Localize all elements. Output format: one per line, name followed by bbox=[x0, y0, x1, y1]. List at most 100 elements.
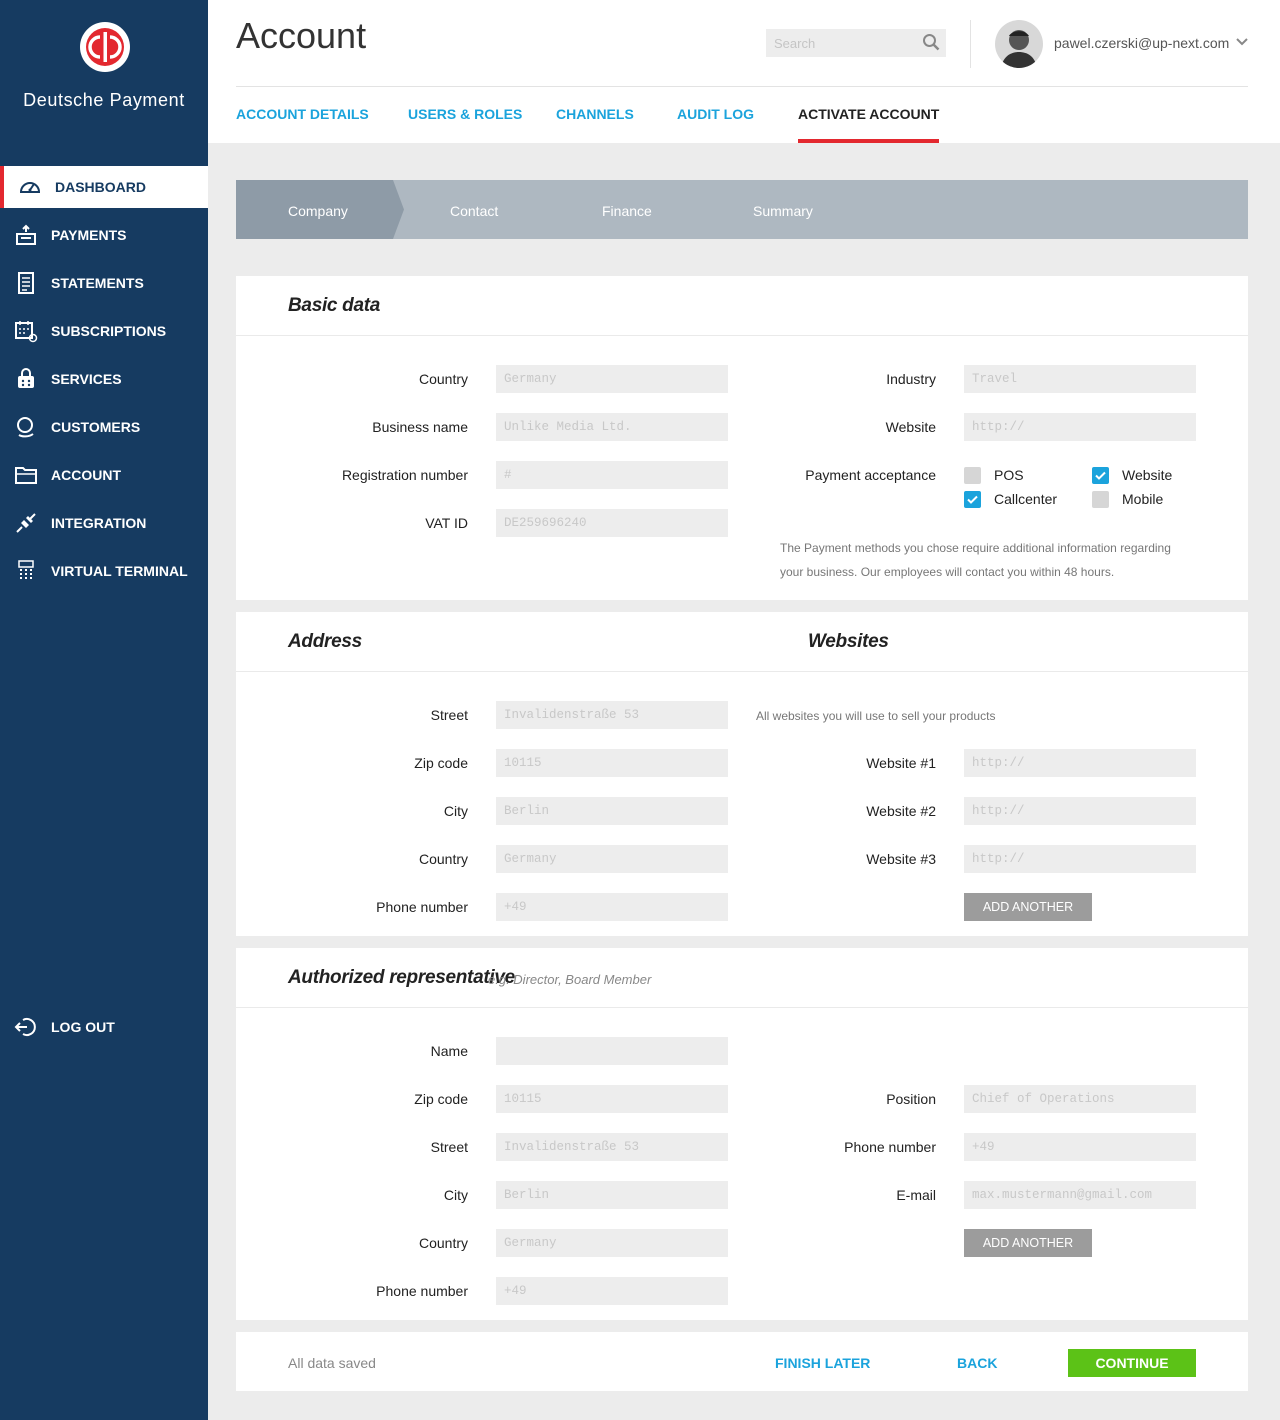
address-country-field[interactable] bbox=[496, 845, 728, 873]
sidebar-nav: DASHBOARD PAYMENTS STATEMENTS SUBSCRIPTI… bbox=[0, 166, 208, 598]
payment-acceptance-label: Payment acceptance bbox=[805, 467, 936, 483]
city-label: City bbox=[443, 803, 468, 819]
callcenter-label: Callcenter bbox=[994, 491, 1058, 507]
pos-label: POS bbox=[994, 467, 1024, 483]
rep-street-field[interactable] bbox=[496, 1133, 728, 1161]
finish-later-link[interactable]: FINISH LATER bbox=[775, 1355, 870, 1371]
sidebar-item-integration[interactable]: INTEGRATION bbox=[0, 502, 208, 544]
industry-field[interactable] bbox=[964, 365, 1196, 393]
rep-zip-label: Zip code bbox=[414, 1091, 468, 1107]
phone-field[interactable] bbox=[496, 893, 728, 921]
basic-data-card: Basic data Country Business name Registr… bbox=[236, 276, 1248, 600]
brand-name: Deutsche Payment bbox=[23, 90, 185, 110]
callcenter-checkbox[interactable] bbox=[964, 491, 981, 508]
section-title: Basic data bbox=[288, 295, 381, 316]
sidebar-item-customers[interactable]: CUSTOMERS bbox=[0, 406, 208, 448]
sidebar-item-label: SERVICES bbox=[51, 371, 122, 387]
add-representative-button[interactable]: ADD ANOTHER bbox=[964, 1229, 1092, 1257]
position-field[interactable] bbox=[964, 1085, 1196, 1113]
virtual-terminal-icon bbox=[18, 560, 34, 579]
website-2-label: Website #2 bbox=[866, 803, 936, 819]
position-label: Position bbox=[886, 1091, 936, 1107]
street-label: Street bbox=[430, 707, 468, 723]
user-email[interactable]: pawel.czerski@up-next.com bbox=[1054, 35, 1229, 51]
avatar[interactable] bbox=[995, 20, 1043, 68]
city-field[interactable] bbox=[496, 797, 728, 825]
card-header: Address Websites bbox=[236, 612, 1248, 672]
step-contact[interactable]: Contact bbox=[450, 180, 498, 239]
name-label: Name bbox=[430, 1043, 468, 1059]
account-icon bbox=[15, 467, 37, 484]
step-summary[interactable]: Summary bbox=[753, 180, 813, 239]
rep-phone-2-label: Phone number bbox=[844, 1139, 936, 1155]
chevron-down-icon[interactable] bbox=[1235, 35, 1249, 49]
website-label: Website bbox=[885, 419, 936, 435]
sidebar-item-label: SUBSCRIPTIONS bbox=[51, 323, 167, 339]
zip-label: Zip code bbox=[414, 755, 468, 771]
sidebar-item-statements[interactable]: STATEMENTS bbox=[0, 262, 208, 304]
sidebar-item-subscriptions[interactable]: SUBSCRIPTIONS bbox=[0, 310, 208, 352]
statements-icon bbox=[18, 272, 34, 294]
address-country-label: Country bbox=[418, 851, 468, 867]
back-link[interactable]: BACK bbox=[957, 1355, 997, 1371]
website-3-field[interactable] bbox=[964, 845, 1196, 873]
logout-button[interactable]: LOG OUT bbox=[0, 1006, 208, 1048]
tab-account-details[interactable]: ACCOUNT DETAILS bbox=[236, 106, 369, 143]
step-company[interactable]: Company bbox=[288, 180, 348, 239]
tab-users-roles[interactable]: USERS & ROLES bbox=[408, 106, 522, 143]
payment-note-line: your business. Our employees will contac… bbox=[780, 565, 1115, 579]
form-footer: All data saved FINISH LATER BACK CONTINU… bbox=[236, 1332, 1248, 1391]
representative-card: Authorized representative e.g. Director,… bbox=[236, 948, 1248, 1320]
website-2-field[interactable] bbox=[964, 797, 1196, 825]
name-field[interactable] bbox=[496, 1037, 728, 1065]
wizard-stepper: Company Contact Finance Summary bbox=[236, 180, 1248, 239]
email-field[interactable] bbox=[964, 1181, 1196, 1209]
phone-label: Phone number bbox=[376, 899, 468, 915]
card-header: Basic data bbox=[236, 276, 1248, 336]
country-field[interactable] bbox=[496, 365, 728, 393]
address-card: Address Websites Street Zip code City Co… bbox=[236, 612, 1248, 936]
checkmark-icon bbox=[967, 495, 978, 504]
rep-city-field[interactable] bbox=[496, 1181, 728, 1209]
continue-button[interactable]: CONTINUE bbox=[1068, 1349, 1196, 1377]
rep-country-field[interactable] bbox=[496, 1229, 728, 1257]
website-field[interactable] bbox=[964, 413, 1196, 441]
search-icon[interactable] bbox=[922, 33, 940, 51]
rep-country-label: Country bbox=[418, 1235, 468, 1251]
vat-id-field[interactable] bbox=[496, 509, 728, 537]
sidebar-item-payments[interactable]: PAYMENTS bbox=[0, 214, 208, 256]
card-header: Authorized representative e.g. Director,… bbox=[236, 948, 1248, 1008]
sidebar-item-label: VIRTUAL TERMINAL bbox=[51, 563, 188, 579]
sidebar-item-label: ACCOUNT bbox=[51, 467, 121, 483]
mobile-checkbox[interactable] bbox=[1092, 491, 1109, 508]
pos-checkbox[interactable] bbox=[964, 467, 981, 484]
add-website-button[interactable]: ADD ANOTHER bbox=[964, 893, 1092, 921]
rep-phone-2-field[interactable] bbox=[964, 1133, 1196, 1161]
sidebar-item-virtual-terminal[interactable]: VIRTUAL TERMINAL bbox=[0, 550, 208, 592]
website-1-field[interactable] bbox=[964, 749, 1196, 777]
registration-number-field[interactable] bbox=[496, 461, 728, 489]
sidebar-item-services[interactable]: SERVICES bbox=[0, 358, 208, 400]
industry-label: Industry bbox=[886, 371, 936, 387]
rep-phone-field[interactable] bbox=[496, 1277, 728, 1305]
deutsche-payment-logo-icon[interactable] bbox=[78, 20, 132, 74]
sidebar-item-label: DASHBOARD bbox=[55, 179, 146, 195]
tab-audit-log[interactable]: AUDIT LOG bbox=[677, 106, 754, 143]
sidebar-item-dashboard[interactable]: DASHBOARD bbox=[0, 166, 208, 208]
zip-field[interactable] bbox=[496, 749, 728, 777]
logout-icon bbox=[14, 1018, 36, 1036]
vat-id-label: VAT ID bbox=[425, 515, 468, 531]
search-input[interactable] bbox=[766, 29, 946, 57]
business-name-field[interactable] bbox=[496, 413, 728, 441]
website-checkbox[interactable] bbox=[1092, 467, 1109, 484]
tab-activate-account[interactable]: ACTIVATE ACCOUNT bbox=[798, 106, 940, 143]
registration-number-label: Registration number bbox=[341, 467, 468, 483]
sidebar-item-account[interactable]: ACCOUNT bbox=[0, 454, 208, 496]
sidebar-item-label: STATEMENTS bbox=[51, 275, 144, 291]
street-field[interactable] bbox=[496, 701, 728, 729]
rep-zip-field[interactable] bbox=[496, 1085, 728, 1113]
sidebar-item-label: CUSTOMERS bbox=[51, 419, 141, 435]
step-finance[interactable]: Finance bbox=[602, 180, 652, 239]
tab-channels[interactable]: CHANNELS bbox=[556, 106, 634, 143]
sidebar-item-label: INTEGRATION bbox=[51, 515, 147, 531]
